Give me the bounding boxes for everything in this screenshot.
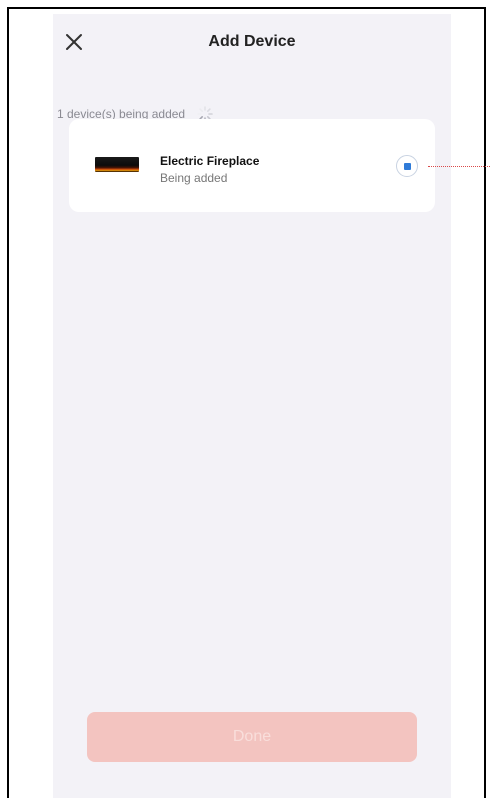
stop-icon [403,162,411,170]
device-status: Being added [160,171,228,185]
stop-adding-button[interactable] [396,155,418,177]
app-screen: Add Device 1 device(s) being added Elect… [53,14,451,798]
page-title: Add Device [208,33,296,50]
done-button[interactable]: Done [87,712,417,762]
annotation-pointer-line [428,166,490,167]
device-card: Electric Fireplace Being added [69,119,435,212]
header: Add Device [53,14,451,70]
device-name: Electric Fireplace [160,154,260,168]
electric-fireplace-image [95,157,139,172]
